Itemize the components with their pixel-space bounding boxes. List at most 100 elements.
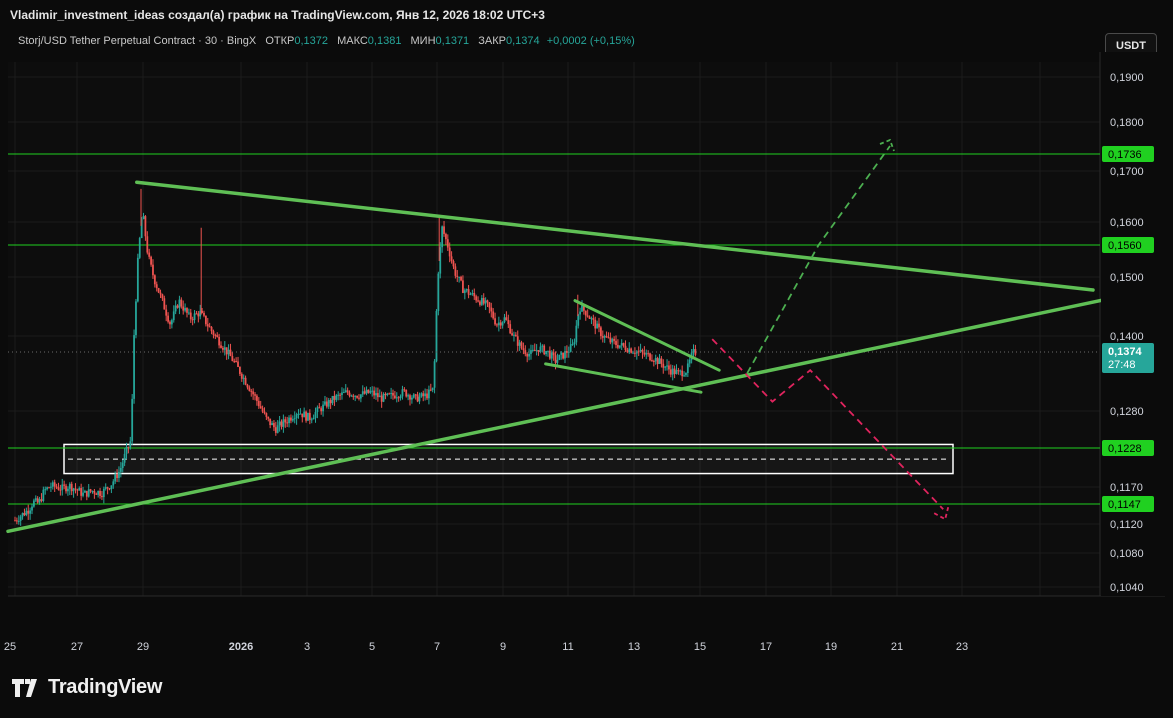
candle-body (600, 327, 602, 337)
candle-body (558, 354, 561, 360)
candle-body (44, 489, 47, 491)
candle-body (397, 397, 400, 399)
candle-body (359, 394, 362, 399)
candle-body (333, 395, 336, 400)
candle-body (422, 393, 425, 397)
candle-body (189, 312, 192, 320)
price-chart[interactable]: 0,1900 0,1800 0,1700 0,1600 0,1500 0,1400 0,12… (0, 0, 1173, 660)
price-tick-label: 0,1080 (1110, 548, 1144, 560)
candle-body (259, 406, 262, 409)
candle-body (499, 322, 502, 326)
candle-body (395, 397, 398, 399)
candle-body (528, 353, 530, 357)
price-tick-label: 0,1900 (1110, 72, 1144, 84)
candle-body (318, 407, 321, 409)
candle-body (673, 368, 676, 375)
candle-body (341, 392, 343, 396)
price-tick-label: 0,1280 (1110, 406, 1144, 418)
candle-body (526, 354, 529, 357)
candle-body (668, 365, 670, 370)
candle-body (138, 238, 141, 258)
candle-body (409, 395, 411, 400)
candle-body (42, 489, 45, 501)
candle-body (121, 462, 124, 469)
candle-body (252, 391, 255, 395)
candle-body (119, 468, 122, 472)
candle-body (169, 321, 171, 325)
time-tick-label: 23 (956, 641, 968, 653)
candle-body (454, 266, 457, 276)
candle-body (603, 336, 606, 338)
candle-body (469, 294, 472, 296)
candle-body (622, 343, 625, 346)
candle-body (206, 324, 209, 327)
candle-body (46, 487, 49, 490)
candle-body (23, 512, 26, 516)
candle-body (386, 393, 389, 396)
candle-body (371, 390, 374, 392)
candle-body (38, 499, 41, 503)
candle-body (17, 520, 20, 522)
candle-body (352, 395, 355, 397)
candle-body (484, 300, 487, 304)
candle-body (197, 313, 200, 317)
candle-body (592, 318, 595, 320)
candle-body (239, 366, 241, 374)
candle-body (225, 347, 228, 355)
candle-body (91, 490, 94, 492)
time-tick-label: 21 (891, 641, 903, 653)
tradingview-brand[interactable]: TradingView (12, 676, 162, 699)
candle-body (112, 481, 115, 486)
candle-body (463, 290, 466, 293)
candle-body (679, 370, 682, 372)
candle-body (87, 489, 90, 497)
candle-body (656, 357, 659, 364)
candle-body (452, 261, 455, 267)
candle-body (618, 345, 621, 348)
candle-body (233, 360, 236, 362)
candle-body (598, 323, 600, 328)
candle-body (267, 416, 270, 419)
price-tick-label: 0,1400 (1110, 331, 1144, 343)
time-tick-label: 15 (694, 641, 706, 653)
candle-body (429, 389, 432, 391)
time-tick-label: 5 (369, 641, 375, 653)
candle-body (615, 340, 617, 346)
candle-body (274, 427, 277, 433)
candle-body (569, 344, 572, 352)
candle-body (565, 351, 568, 353)
candle-body (643, 352, 646, 355)
time-tick-label: 13 (628, 641, 640, 653)
candle-body (256, 395, 258, 401)
candle-body (448, 247, 451, 257)
candle-body (278, 421, 281, 426)
candle-body (367, 389, 370, 393)
candle-body (579, 311, 582, 315)
time-tick-label: 27 (71, 641, 83, 653)
candle-body (494, 318, 496, 325)
candle-body (123, 453, 126, 463)
candle-body (545, 350, 547, 355)
candle-body (155, 284, 158, 289)
candle-body (611, 338, 614, 343)
candle-body (55, 486, 58, 488)
candle-body (361, 391, 364, 395)
candle-body (539, 346, 542, 353)
time-tick-label: 9 (500, 641, 506, 653)
candle-body (133, 335, 135, 399)
candle-body (208, 326, 211, 328)
candle-body (458, 276, 461, 278)
candle-body (146, 236, 149, 253)
candle-body (61, 484, 64, 490)
candle-body (63, 484, 66, 486)
candle-body (280, 421, 283, 427)
candle-body (116, 474, 118, 478)
time-tick-label: 3 (304, 641, 310, 653)
candle-body (329, 400, 332, 404)
candle-body (80, 488, 83, 496)
tradingview-logo-icon (12, 678, 37, 697)
candle-body (433, 361, 436, 388)
candle-body (101, 495, 103, 498)
candle-body (242, 377, 245, 379)
time-tick-label: 11 (562, 641, 573, 653)
